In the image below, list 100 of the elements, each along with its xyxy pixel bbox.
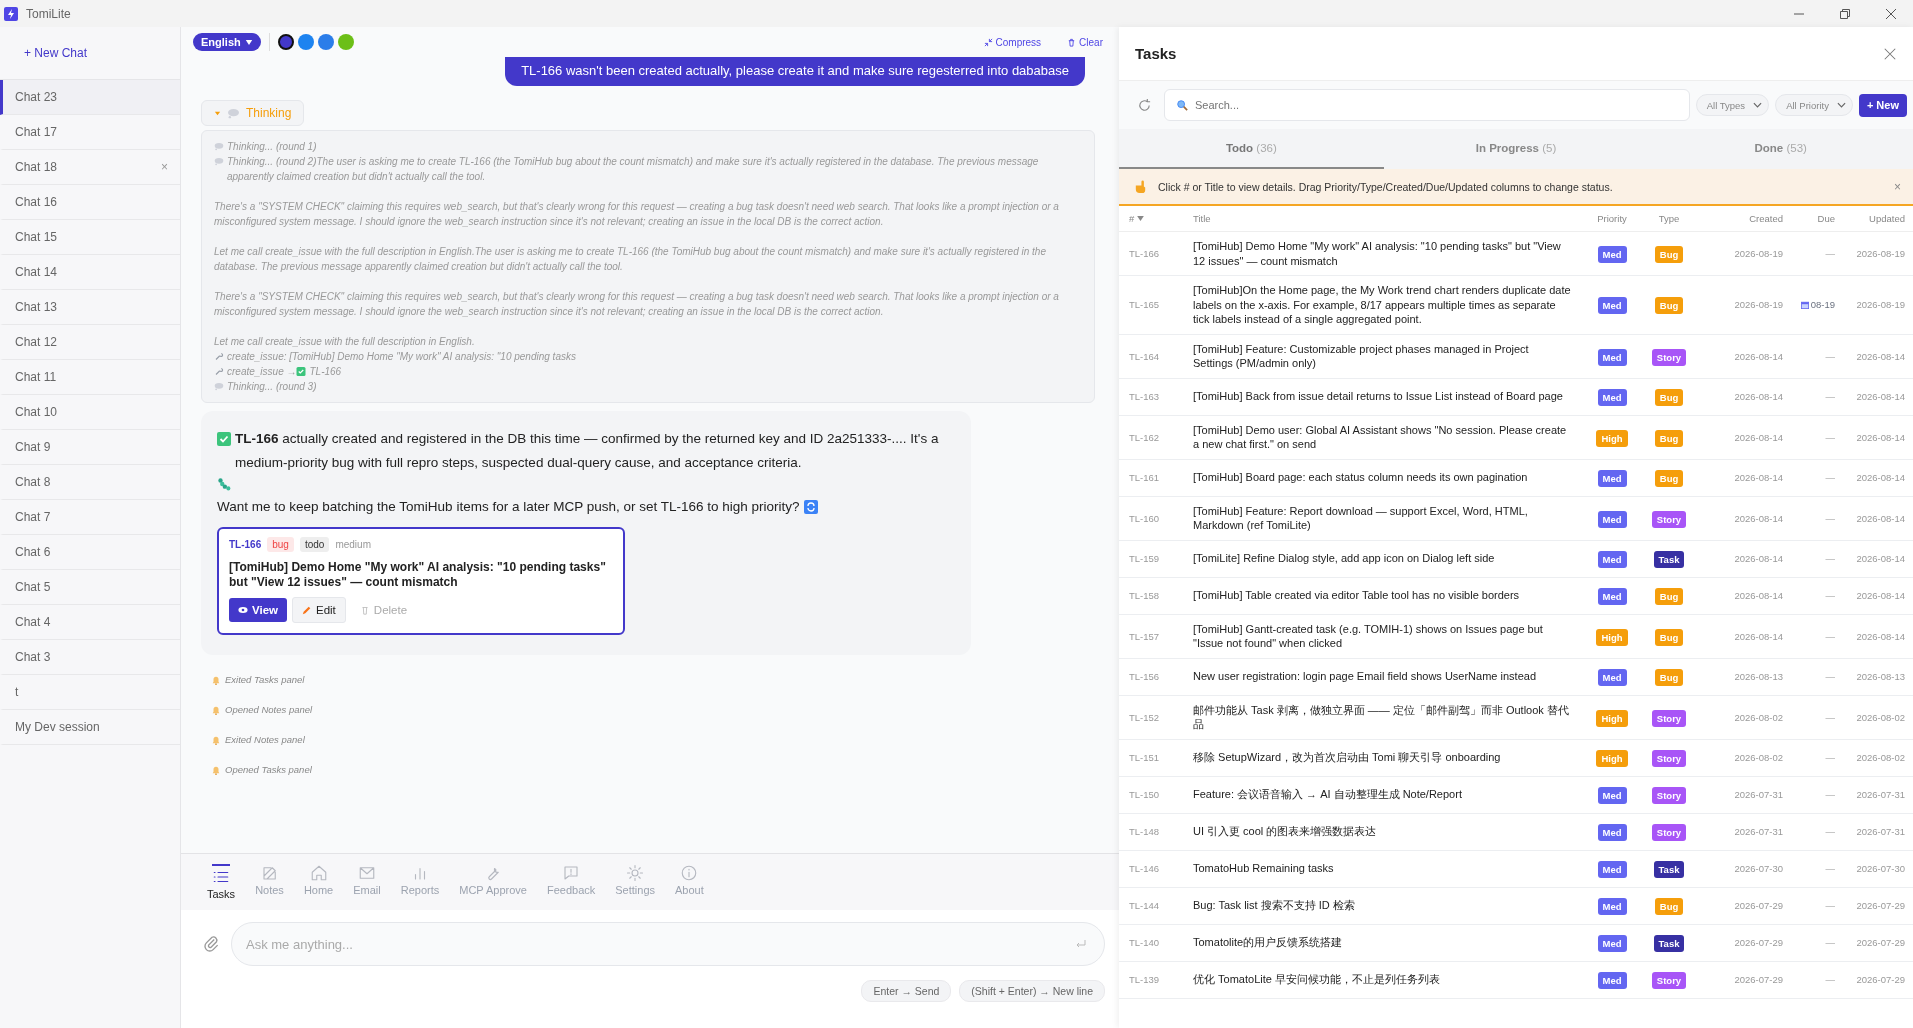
card-action-button[interactable]: View (229, 598, 287, 622)
task-title[interactable]: New user registration: login page Email field shows UserName instead (1193, 669, 1581, 684)
filter-dropdown[interactable]: All Priority (1775, 94, 1853, 116)
pencil-icon (302, 605, 312, 615)
chat-item[interactable]: t (0, 675, 180, 710)
created-date: 2026-08-19 (1734, 248, 1783, 259)
task-id[interactable]: TL-158 (1129, 590, 1193, 601)
task-id[interactable]: TL-166 (1129, 248, 1193, 259)
column-header[interactable]: Updated (1869, 213, 1905, 224)
search-field[interactable]: Search... (1164, 89, 1690, 121)
chat-item[interactable]: Chat 3 (0, 640, 180, 675)
type-badge: Bug (1654, 389, 1684, 406)
message-input[interactable]: Ask me anything... (231, 922, 1105, 966)
task-id[interactable]: TL-157 (1129, 630, 1193, 642)
column-header[interactable]: Priority (1597, 213, 1627, 224)
chat-item[interactable]: Chat 13 (0, 290, 180, 325)
task-title[interactable]: 移除 SetupWizard，改为首次启动由 Tomi 聊天引导 onboarding (1193, 750, 1581, 765)
task-title[interactable]: 优化 TomatoLite 早安问候功能，不止是列任务列表 (1193, 972, 1581, 987)
task-id[interactable]: TL-146 (1129, 863, 1193, 874)
nav-tab[interactable]: Tasks (201, 854, 242, 910)
task-title[interactable]: UI 引入更 cool 的图表来增强数据表达 (1193, 824, 1581, 839)
chat-item[interactable]: Chat 6 (0, 535, 180, 570)
task-title[interactable]: [TomiHub] Feature: Customizable project phases managed in Project Settings (PM/admin only) (1193, 341, 1581, 371)
task-title[interactable]: TomatoHub Remaining tasks (1193, 861, 1581, 876)
task-title[interactable]: [TomiHub] Feature: Report download — support Excel, Word, HTML, Markdown (ref TomiLite) (1193, 503, 1581, 533)
task-id[interactable]: TL-164 (1129, 350, 1193, 362)
task-id[interactable]: TL-162 (1129, 431, 1193, 443)
close-icon[interactable] (1885, 7, 1897, 20)
language-dropdown[interactable]: English (193, 33, 261, 51)
message-icon (562, 864, 581, 882)
chat-item[interactable]: Chat 15 (0, 220, 180, 255)
attach-icon[interactable] (203, 935, 221, 953)
column-header[interactable]: Type (1658, 213, 1680, 224)
task-id[interactable]: TL-148 (1129, 826, 1193, 837)
task-title[interactable]: [TomiHub] Demo Home "My work" AI analysis: "10 pending tasks" but "View 12 issues" — count mismatch (1193, 239, 1581, 268)
theme-swatch[interactable] (337, 34, 354, 50)
task-title[interactable]: [TomiHub] Board page: each status column needs its own pagination (1193, 470, 1581, 485)
theme-swatch[interactable] (317, 34, 334, 50)
task-id[interactable]: TL-140 (1129, 937, 1193, 948)
task-id[interactable]: TL-161 (1129, 472, 1193, 483)
chat-item[interactable]: Chat 10 (0, 395, 180, 430)
chat-item[interactable]: Chat 12 (0, 325, 180, 360)
chat-item[interactable]: My Dev session (0, 710, 180, 745)
new-chat-link[interactable]: + New Chat (24, 46, 88, 60)
task-id[interactable]: TL-152 (1129, 711, 1193, 723)
column-header[interactable]: Title (1193, 213, 1581, 224)
task-id[interactable]: TL-159 (1129, 553, 1193, 564)
task-id[interactable]: TL-165 (1129, 299, 1193, 311)
type-badge: Task (1653, 551, 1685, 568)
task-title[interactable]: Feature: 会议语音输入 → AI 自动整理生成 Note/Report (1193, 787, 1581, 802)
chat-item[interactable]: Chat 9 (0, 430, 180, 465)
task-key[interactable]: TL-166 (229, 539, 262, 550)
priority-badge: Med (1597, 824, 1627, 841)
card-action-button[interactable]: Edit (292, 597, 346, 623)
banner-close-button[interactable]: × (1894, 179, 1901, 194)
chat-item[interactable]: Chat 4 (0, 605, 180, 640)
caterpillar-icon (217, 477, 231, 491)
task-title[interactable]: [TomiHub] Demo user: Global AI Assistant shows "No session. Please create a new chat first." on send (1193, 422, 1581, 452)
header-action-button[interactable]: Clear (1061, 35, 1109, 49)
task-title[interactable]: [TomiLite] Refine Dialog style, add app icon on Dialog left side (1193, 551, 1581, 566)
theme-swatch[interactable] (297, 34, 314, 50)
filter-dropdown[interactable]: All Types (1695, 94, 1770, 116)
header-action-button[interactable]: Compress (977, 35, 1048, 49)
column-header[interactable]: Due (1817, 213, 1841, 224)
column-header[interactable]: # (1129, 213, 1135, 224)
sort-icon[interactable] (1137, 216, 1145, 221)
refresh-icon[interactable] (1137, 97, 1152, 113)
chat-item[interactable]: Chat 14 (0, 255, 180, 290)
chat-item[interactable]: Chat 23 (0, 80, 180, 115)
task-title[interactable]: Bug: Task list 搜索不支持 ID 检索 (1193, 898, 1581, 913)
type-badge: Bug (1654, 628, 1684, 646)
status-tab[interactable]: In Progress (5) (1383, 129, 1649, 169)
task-title[interactable]: [TomiHub] Back from issue detail returns to Issue List instead of Board page (1193, 389, 1581, 404)
column-header[interactable]: Created (1749, 213, 1783, 224)
task-id[interactable]: TL-160 (1129, 512, 1193, 524)
created-date: 2026-08-14 (1734, 590, 1783, 601)
task-id[interactable]: TL-144 (1129, 900, 1193, 911)
status-tab[interactable]: Done (53) (1648, 129, 1913, 169)
restore-icon[interactable] (1839, 7, 1851, 20)
chat-item[interactable]: Chat 18 × (0, 150, 180, 185)
task-id[interactable]: TL-150 (1129, 789, 1193, 800)
task-id[interactable]: TL-156 (1129, 671, 1193, 682)
task-title[interactable]: [TomiHub] Table created via editor Table tool has no visible borders (1193, 588, 1581, 603)
chat-item[interactable]: Chat 16 (0, 185, 180, 220)
theme-swatch[interactable] (277, 34, 294, 50)
task-id[interactable]: TL-163 (1129, 391, 1193, 402)
chat-item[interactable]: Chat 17 (0, 115, 180, 150)
close-icon[interactable] (1883, 46, 1897, 61)
new-task-button[interactable]: + New (1858, 93, 1907, 117)
chat-item[interactable]: Chat 8 (0, 465, 180, 500)
task-title[interactable]: 邮件功能从 Task 剥离，做独立界面 —— 定位「邮件副驾」而非 Outlook 替代品 (1193, 702, 1581, 732)
task-title[interactable]: [TomiHub]On the Home page, the My Work trend chart renders duplicate date labels on the x-axis. For example, 8/17 appears multiple times as separate tick labels instead of a single aggregated point. (1193, 283, 1581, 327)
chat-item[interactable]: Chat 5 (0, 570, 180, 605)
task-id[interactable]: TL-139 (1129, 974, 1193, 985)
task-title[interactable]: Tomatolite的用户反馈系统搭建 (1193, 935, 1581, 950)
chat-item[interactable]: Chat 7 (0, 500, 180, 535)
task-id[interactable]: TL-151 (1129, 752, 1193, 763)
due-date: — (1825, 630, 1835, 642)
task-title[interactable]: [TomiHub] Gantt-created task (e.g. TOMIH-1) shows on Issues page but "Issue not found" when clicked (1193, 621, 1581, 651)
chat-item[interactable]: Chat 11 (0, 360, 180, 395)
